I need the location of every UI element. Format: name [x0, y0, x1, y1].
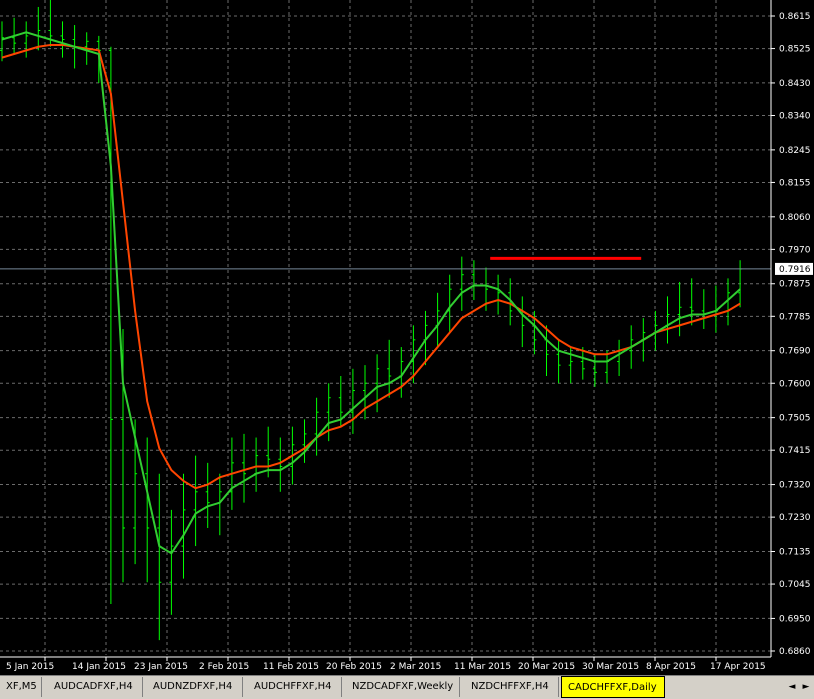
price-tick-label: 0.8155 — [779, 178, 811, 188]
price-tick-label: 0.7505 — [779, 414, 811, 424]
price-tick-label: 0.8060 — [779, 213, 811, 223]
price-tick-label: 0.7045 — [779, 580, 811, 590]
current-price-badge: 0.7916 — [775, 262, 813, 275]
date-tick-label: 23 Jan 2015 — [134, 662, 188, 672]
tab-nzdchffxf-h4[interactable]: NZDCHFFXF,H4 — [465, 677, 559, 697]
tab-audchffxf-h4[interactable]: AUDCHFFXF,H4 — [248, 677, 342, 697]
price-tick-label: 0.7600 — [779, 379, 811, 389]
date-tick-label: 30 Mar 2015 — [582, 662, 639, 672]
price-chart[interactable]: 0.8615 0.8525 0.8430 0.8340 0.8245 0.8155 0.80… — [0, 0, 814, 675]
date-tick-label: 20 Feb 2015 — [326, 662, 382, 672]
price-tick-label: 0.8430 — [779, 79, 811, 89]
price-tick-label: 0.8615 — [779, 12, 811, 22]
price-tick-label: 0.7415 — [779, 446, 811, 456]
price-tick-label: 0.7320 — [779, 481, 811, 491]
price-tick-label: 0.8245 — [779, 146, 811, 156]
price-tick-label: 0.7970 — [779, 245, 811, 255]
date-tick-label: 14 Jan 2015 — [72, 662, 126, 672]
current-price-label: 0.7916 — [779, 265, 811, 275]
date-tick-label: 17 Apr 2015 — [710, 662, 766, 672]
chart-background — [0, 0, 814, 675]
price-tick-label: 0.6860 — [779, 647, 811, 657]
tab-xf-m5[interactable]: XF,M5 — [0, 677, 42, 697]
symbol-tab-bar: XF,M5 AUDCADFXF,H4 AUDNZDFXF,H4 AUDCHFFX… — [0, 675, 814, 699]
date-tick-label: 11 Mar 2015 — [454, 662, 511, 672]
tab-scroll-left-icon[interactable]: ◄ — [786, 680, 798, 694]
date-tick-label: 2 Mar 2015 — [390, 662, 441, 672]
price-tick-label: 0.7690 — [779, 347, 811, 357]
price-tick-label: 0.7875 — [779, 280, 811, 290]
date-tick-label: 5 Jan 2015 — [6, 662, 54, 672]
tab-audnzdfxf-h4[interactable]: AUDNZDFXF,H4 — [147, 677, 243, 697]
date-tick-label: 8 Apr 2015 — [646, 662, 696, 672]
price-tick-label: 0.6950 — [779, 614, 811, 624]
tab-audcadfxf-h4[interactable]: AUDCADFXF,H4 — [48, 677, 143, 697]
tab-scroll-right-icon[interactable]: ► — [800, 680, 812, 694]
date-tick-label: 20 Mar 2015 — [518, 662, 575, 672]
tab-cadchffxf-daily[interactable]: CADCHFFXF,Daily — [561, 676, 665, 698]
price-tick-label: 0.7230 — [779, 513, 811, 523]
price-tick-label: 0.7135 — [779, 547, 811, 557]
date-tick-label: 2 Feb 2015 — [199, 662, 249, 672]
tab-nzdcadfxf-weekly[interactable]: NZDCADFXF,Weekly — [346, 677, 460, 697]
price-tick-label: 0.8525 — [779, 45, 811, 55]
price-tick-label: 0.8340 — [779, 112, 811, 122]
price-tick-label: 0.7785 — [779, 312, 811, 322]
date-tick-label: 11 Feb 2015 — [263, 662, 319, 672]
